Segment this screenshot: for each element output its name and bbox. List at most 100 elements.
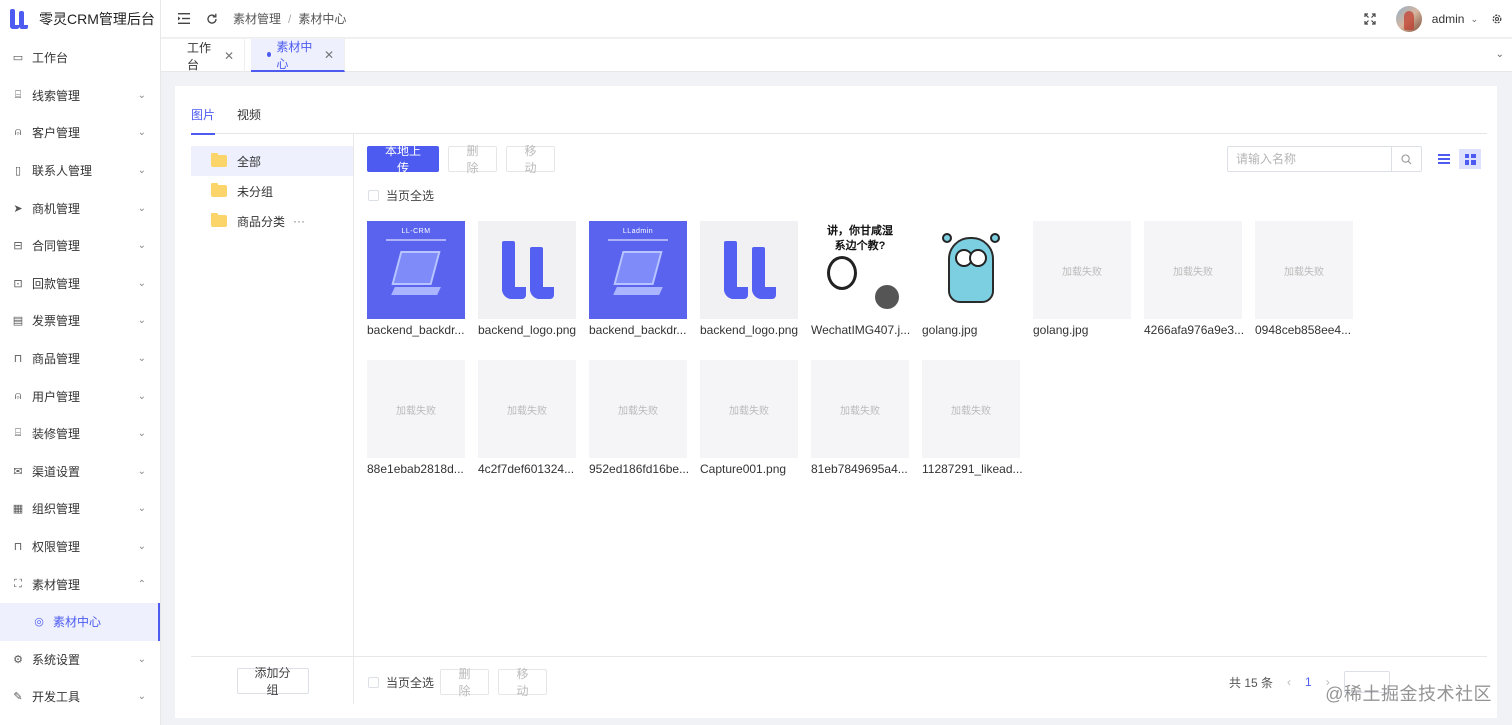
sidebar-item[interactable]: ▦ 组织管理 ⌄ — [0, 490, 160, 528]
send-icon: ➤ — [13, 202, 23, 215]
page-number[interactable]: 1 — [1305, 675, 1312, 689]
fullscreen-icon[interactable] — [1363, 12, 1377, 26]
chevron-down-icon: ⌄ — [137, 465, 146, 477]
list-view-icon[interactable] — [1433, 149, 1455, 169]
chevron-down-icon: ⌄ — [137, 240, 146, 252]
decor-icon: ⌸ — [14, 427, 22, 440]
media-item[interactable]: 加载失败 golang.jpg — [1033, 221, 1131, 337]
tab-videos[interactable]: 视频 — [237, 106, 261, 134]
grid-view-icon[interactable] — [1459, 149, 1481, 169]
sidebar-item[interactable]: ▤ 发票管理 ⌄ — [0, 302, 160, 340]
gopher-thumbnail — [922, 221, 1020, 319]
ll-logo-icon — [498, 241, 556, 299]
tab-workbench[interactable]: 工作台 ✕ — [171, 39, 245, 72]
gear-icon[interactable] — [1490, 12, 1504, 26]
media-item[interactable]: 加载失败 11287291_likead... — [922, 360, 1023, 476]
logo: 零灵CRM管理后台 — [0, 0, 160, 38]
chevron-down-icon: ⌄ — [137, 691, 146, 703]
file-name: 952ed186fd16be... — [589, 462, 690, 476]
search-input[interactable] — [1228, 147, 1391, 171]
footer-select-all[interactable]: 当页全选 — [368, 674, 434, 691]
media-item[interactable]: 讲，你甘咸湿 系边个教? WechatIMG407.j... — [811, 221, 910, 337]
bag-icon: ⊓ — [13, 353, 23, 366]
menu-fold-icon[interactable] — [177, 12, 191, 26]
sidebar-item[interactable]: ⚙ 系统设置 ⌄ — [0, 641, 160, 679]
select-all[interactable]: 当页全选 — [368, 187, 434, 204]
invoice-icon: ▤ — [12, 315, 24, 328]
close-icon[interactable]: ✕ — [324, 48, 334, 62]
sidebar-item[interactable]: ⍝ 客户管理 ⌄ — [0, 114, 160, 152]
add-group-button[interactable]: 添加分组 — [236, 666, 309, 697]
tab-media-center[interactable]: 素材中心 ✕ — [251, 39, 345, 72]
watermark: @稀土掘金技术社区 — [1325, 684, 1492, 704]
breadcrumb-separator: / — [288, 11, 292, 26]
sidebar-item[interactable]: ⊓ 权限管理 ⌄ — [0, 528, 160, 566]
folder-icon — [211, 183, 227, 197]
more-icon[interactable]: ··· — [293, 214, 305, 228]
media-item[interactable]: 加载失败 4c2f7def601324... — [478, 360, 576, 476]
sidebar-item-label: 装修管理 — [32, 427, 81, 442]
failed-thumbnail: 加载失败 — [367, 360, 465, 458]
logo-icon — [9, 9, 29, 29]
sidebar-item[interactable]: ▭ 工作台 — [0, 39, 160, 77]
media-item[interactable]: 加载失败 4266afa976a9e3... — [1144, 221, 1244, 337]
media-item[interactable]: LL-CRM backend_backdr... — [367, 221, 465, 337]
select-all-checkbox[interactable] — [368, 677, 379, 688]
chevron-down-icon: ⌄ — [137, 202, 146, 214]
image-icon: ⛶ — [14, 577, 22, 590]
media-item[interactable]: 加载失败 952ed186fd16be... — [589, 360, 689, 476]
sidebar-item[interactable]: ⊓ 商品管理 ⌄ — [0, 340, 160, 378]
sidebar-item-label: 开发工具 — [32, 690, 81, 705]
media-item[interactable]: 加载失败 81eb7849695a4... — [811, 360, 909, 476]
media-item[interactable]: 加载失败 Capture001.png — [700, 360, 798, 476]
tab-images[interactable]: 图片 — [191, 106, 216, 135]
delete-button[interactable]: 删除 — [448, 144, 497, 175]
sidebar-item-label: 发票管理 — [32, 314, 81, 329]
prev-page-icon[interactable]: ‹ — [1287, 675, 1291, 689]
footer-actions: 删除 移动 — [440, 667, 547, 698]
chevron-down-icon: ⌄ — [137, 653, 146, 665]
media-item[interactable]: LLadmin backend_backdr... — [589, 221, 687, 337]
breadcrumb-item[interactable]: 素材管理 — [233, 10, 281, 27]
media-item[interactable]: 加载失败 0948ceb858ee4... — [1255, 221, 1353, 337]
media-item[interactable]: backend_logo.png — [478, 221, 576, 337]
media-item[interactable]: 加载失败 88e1ebab2818d... — [367, 360, 465, 476]
sidebar-item[interactable]: ➤ 商机管理 ⌄ — [0, 189, 160, 227]
move-button[interactable]: 移动 — [498, 667, 547, 698]
file-name: 81eb7849695a4... — [811, 462, 908, 476]
sidebar-item[interactable]: ◎ 素材中心 — [0, 602, 160, 641]
sidebar-item[interactable]: ✎ 开发工具 ⌄ — [0, 678, 160, 716]
media-item[interactable]: backend_logo.png — [700, 221, 798, 337]
avatar[interactable] — [1395, 6, 1422, 32]
chevron-down-icon: ⌄ — [137, 503, 146, 515]
logo-thumbnail — [700, 221, 798, 319]
chevron-down-icon[interactable]: ⌄ — [1470, 14, 1478, 25]
select-all-checkbox[interactable] — [368, 190, 379, 201]
group-item-product-category[interactable]: 商品分类 ··· — [191, 206, 353, 236]
delete-button[interactable]: 删除 — [440, 667, 489, 698]
sidebar-item[interactable]: ⌸ 线索管理 ⌄ — [0, 77, 160, 115]
user-name[interactable]: admin — [1432, 12, 1465, 26]
tab-label: 工作台 — [187, 40, 212, 72]
close-icon[interactable]: ✕ — [224, 49, 234, 63]
tabs-dropdown-icon[interactable]: ⌄ — [1496, 49, 1504, 60]
app-title: 零灵CRM管理后台 — [39, 11, 155, 27]
sidebar-item[interactable]: ⍝ 用户管理 ⌄ — [0, 377, 160, 415]
search-icon[interactable] — [1391, 147, 1421, 171]
sidebar-item[interactable]: ▯ 联系人管理 ⌄ — [0, 152, 160, 190]
sidebar-item[interactable]: ⛶ 素材管理 ⌃ — [0, 565, 160, 603]
sidebar-item[interactable]: ✉ 渠道设置 ⌄ — [0, 453, 160, 491]
upload-button[interactable]: 本地上传 — [367, 144, 439, 175]
sidebar-item[interactable]: ⌸ 装修管理 ⌄ — [0, 415, 160, 453]
sidebar-item[interactable]: ⊟ 合同管理 ⌄ — [0, 227, 160, 265]
media-item[interactable]: golang.jpg — [922, 221, 1020, 337]
group-item-all[interactable]: 全部 — [191, 146, 353, 176]
group-item-ungrouped[interactable]: 未分组 — [191, 176, 353, 206]
banner-title: LLadmin — [622, 228, 654, 235]
sidebar-item[interactable]: ⊡ 回款管理 ⌄ — [0, 265, 160, 303]
move-button[interactable]: 移动 — [506, 144, 555, 175]
sidebar-item-label: 商机管理 — [32, 201, 81, 216]
failed-thumbnail: 加载失败 — [1144, 221, 1242, 319]
group-footer: 添加分组 — [191, 656, 354, 704]
refresh-icon[interactable] — [205, 12, 219, 26]
